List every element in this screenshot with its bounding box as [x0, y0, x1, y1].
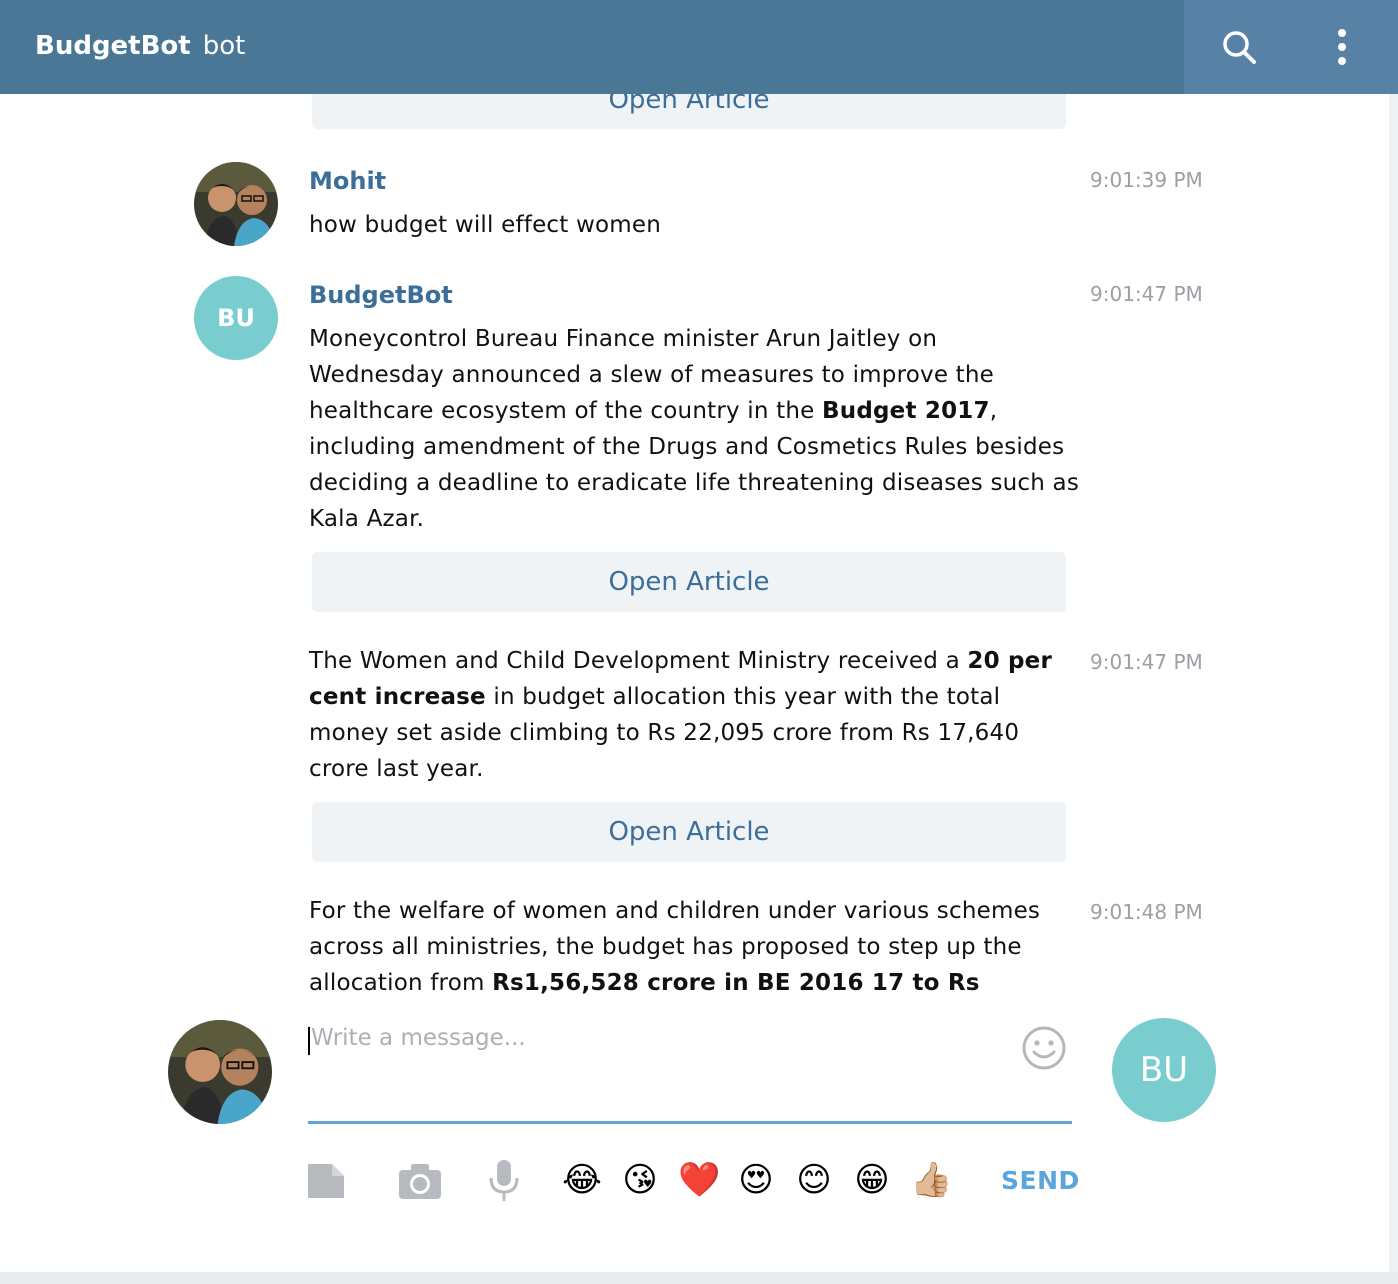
chat-title-name: BudgetBot — [35, 31, 191, 61]
camera-icon[interactable] — [398, 1162, 442, 1200]
bot-avatar[interactable]: BU — [1112, 1018, 1216, 1122]
microphone-icon[interactable] — [486, 1158, 522, 1204]
header-actions-area — [1184, 0, 1398, 94]
message-text: The Women and Child Development Ministry… — [309, 643, 1079, 787]
message-text: For the welfare of women and children un… — [309, 893, 1079, 999]
message-text-part: The Women and Child Development Ministry… — [309, 648, 968, 674]
message-sender-name[interactable]: BudgetBot — [309, 279, 453, 311]
message-list[interactable]: Open Article Mohit 9:01:39 PM how budget… — [0, 94, 1398, 999]
scrollbar-track[interactable] — [1389, 94, 1398, 1284]
message-timestamp: 9:01:47 PM — [1090, 282, 1203, 306]
open-article-button[interactable]: Open Article — [312, 802, 1066, 862]
message-timestamp: 9:01:48 PM — [1090, 900, 1203, 924]
more-vertical-icon[interactable] — [1322, 24, 1362, 70]
message-sender-name[interactable]: Mohit — [309, 165, 386, 197]
open-article-button[interactable]: Open Article — [312, 552, 1066, 612]
user-photo-icon — [194, 162, 278, 246]
bot-avatar[interactable]: BU — [194, 276, 278, 360]
laughing-emoji-icon[interactable]: 😂 — [562, 1160, 602, 1200]
heart-eyes-emoji-icon[interactable]: 😍 — [736, 1160, 776, 1200]
avatar[interactable] — [194, 162, 278, 246]
my-avatar[interactable] — [168, 1020, 272, 1124]
grinning-emoji-icon[interactable]: 😁 — [852, 1160, 892, 1200]
message-input-placeholder: Write a message... — [311, 1025, 526, 1051]
send-button[interactable]: SEND — [1001, 1164, 1080, 1198]
smiling-emoji-icon[interactable]: 😊 — [794, 1160, 834, 1200]
thumbs-up-emoji-icon[interactable]: 👍🏼 — [910, 1160, 952, 1200]
message-timestamp: 9:01:47 PM — [1090, 650, 1203, 674]
message-text: Moneycontrol Bureau Finance minister Aru… — [309, 321, 1079, 537]
file-icon[interactable] — [306, 1162, 346, 1200]
user-photo-icon — [168, 1020, 272, 1124]
window-bottom-edge — [0, 1272, 1398, 1284]
input-underline — [308, 1121, 1072, 1124]
text-cursor — [308, 1027, 310, 1055]
message-text: how budget will effect women — [309, 212, 662, 238]
chat-title[interactable]: BudgetBot bot — [35, 29, 245, 63]
chat-title-subtitle: bot — [202, 31, 246, 61]
heart-emoji-icon[interactable]: ❤️ — [678, 1160, 720, 1200]
search-icon[interactable] — [1218, 27, 1262, 67]
emoji-picker-icon[interactable] — [1020, 1024, 1068, 1072]
message-text-bold: Budget 2017 — [822, 398, 990, 424]
open-article-button[interactable]: Open Article — [312, 94, 1066, 129]
message-timestamp: 9:01:39 PM — [1090, 168, 1203, 192]
kissing-emoji-icon[interactable]: 😘 — [620, 1160, 660, 1200]
